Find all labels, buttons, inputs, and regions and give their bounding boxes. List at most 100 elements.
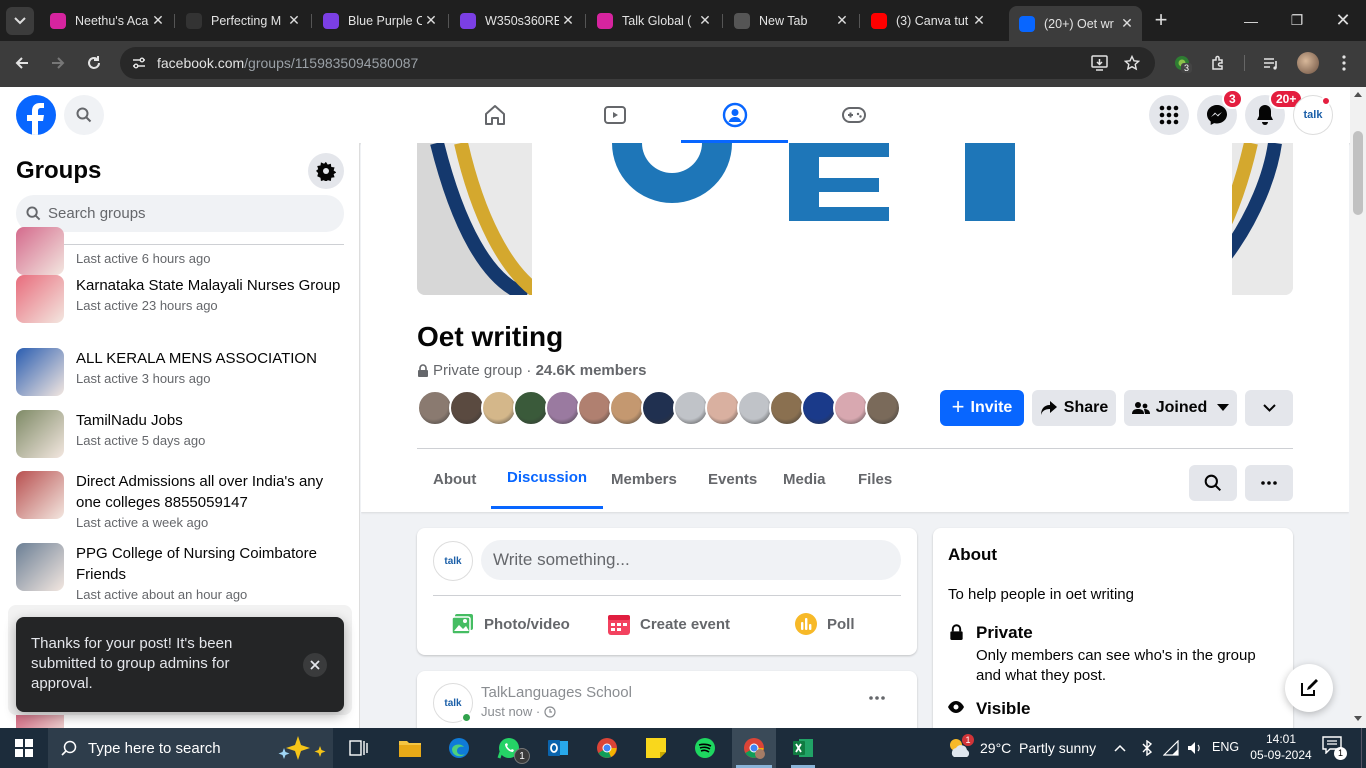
create-event-button[interactable]: Create event [607,612,730,636]
post-author-name[interactable]: TalkLanguages School [481,684,632,701]
group-more-button[interactable] [1245,465,1293,501]
close-window-button[interactable]: ✕ [1320,0,1366,41]
forward-button[interactable] [44,49,72,77]
excel-app[interactable] [781,728,825,768]
search-groups-input[interactable]: Search groups [16,195,344,232]
page-scrollbar[interactable] [1350,87,1366,728]
member-avatar[interactable] [513,390,549,426]
member-avatar[interactable] [769,390,805,426]
member-avatar[interactable] [545,390,581,426]
whatsapp-app[interactable]: 1 [487,728,531,768]
member-avatar[interactable] [449,390,485,426]
profile-avatar-button[interactable] [1297,52,1319,74]
group-settings-button[interactable] [308,153,344,189]
member-avatar[interactable] [801,390,837,426]
sticky-notes-app[interactable] [634,728,678,768]
clock[interactable]: 14:01 05-09-2024 [1248,731,1314,763]
member-avatar[interactable] [705,390,741,426]
composer-avatar[interactable]: talk [433,541,473,581]
menu-button[interactable] [1149,95,1189,135]
taskbar-search-box[interactable]: Type here to search [48,728,333,768]
member-avatar[interactable] [577,390,613,426]
poll-button[interactable]: Poll [794,612,855,636]
action-center-button[interactable]: 1 [1322,736,1347,760]
close-tab-icon[interactable]: ✕ [422,12,440,29]
reload-button[interactable] [80,49,108,77]
group-search-button[interactable] [1189,465,1237,501]
tab-search-button[interactable] [6,7,34,35]
member-avatar[interactable] [641,390,677,426]
browser-tab[interactable]: Blue Purple C ✕ [313,6,446,35]
new-tab-button[interactable]: + [1147,6,1175,34]
invite-button[interactable]: + Invite [940,390,1024,426]
install-app-icon[interactable] [1091,55,1108,71]
group-tab-events[interactable]: Events [692,449,773,509]
show-hidden-icons[interactable] [1114,738,1132,758]
close-tab-icon[interactable]: ✕ [696,12,714,29]
sidebar-group-item[interactable]: TamilNadu Jobs Last active 5 days ago [16,410,346,458]
chrome-app[interactable] [585,728,629,768]
bookmark-star-icon[interactable] [1124,55,1140,71]
group-members-count[interactable]: 24.6K members [536,362,647,379]
edge-app[interactable] [437,728,481,768]
group-tab-files[interactable]: Files [842,449,908,509]
close-tab-icon[interactable]: ✕ [559,12,577,29]
nav-groups[interactable] [681,87,788,143]
weather-widget[interactable]: 1 29°C Partly sunny [946,728,1106,768]
member-avatar[interactable] [417,390,453,426]
file-explorer-app[interactable] [388,728,432,768]
group-privacy[interactable]: Private group [433,362,522,379]
cover-photo[interactable] [417,143,1293,295]
photo-video-button[interactable]: Photo/video [451,612,570,636]
task-view-button[interactable] [337,728,381,768]
nav-gaming[interactable] [800,87,907,143]
group-tab-media[interactable]: Media [767,449,842,509]
member-facepile[interactable] [417,390,907,426]
member-avatar[interactable] [609,390,645,426]
nav-home[interactable] [441,87,548,143]
input-language[interactable]: ENG [1212,740,1239,754]
browser-tab[interactable]: W350s360RE ✕ [450,6,583,35]
sidebar-group-item[interactable]: Karnataka State Malayali Nurses Group Las… [16,275,346,323]
bluetooth-icon[interactable] [1141,740,1153,756]
member-avatar[interactable] [481,390,517,426]
minimize-button[interactable]: — [1228,0,1274,41]
member-avatar[interactable] [737,390,773,426]
close-tab-icon[interactable]: ✕ [1118,15,1136,32]
browser-tab[interactable]: (20+) Oet wr ✕ [1009,6,1142,41]
extension-shield[interactable]: 3 [1173,54,1193,73]
post-options-button[interactable] [869,687,885,705]
chrome-running-app[interactable] [732,728,776,768]
scrollbar-thumb[interactable] [1353,131,1363,215]
volume-icon[interactable] [1187,740,1203,756]
chrome-menu-button[interactable] [1330,49,1358,77]
close-tab-icon[interactable]: ✕ [285,12,303,29]
member-avatar[interactable] [833,390,869,426]
group-tab-about[interactable]: About [417,449,492,509]
post-time[interactable]: Just now · [481,704,540,719]
browser-tab[interactable]: Talk Global (✕ [587,6,720,35]
start-button[interactable] [2,728,46,768]
member-avatar[interactable] [673,390,709,426]
close-tab-icon[interactable]: ✕ [833,12,851,29]
media-control-button[interactable] [1257,49,1285,77]
scroll-down-arrow[interactable] [1354,716,1362,721]
group-tab-discussion[interactable]: Discussion [491,449,604,509]
group-name[interactable]: Oet writing [417,321,563,353]
sidebar-group-item[interactable]: Last active 6 hours ago [16,227,346,275]
composer-input[interactable]: Write something... [481,540,901,580]
address-bar[interactable]: facebook.com/groups/1159835094580087 [120,47,1155,79]
browser-tab[interactable]: New Tab ✕ [724,6,857,35]
browser-tab[interactable]: Neethu's Aca ✕ [40,6,173,35]
sidebar-group-item[interactable]: Direct Admissions all over India's any o… [16,471,346,533]
joined-button[interactable]: Joined [1124,390,1237,426]
sidebar-group-item[interactable]: ALL KERALA MENS ASSOCIATION Last active 3… [16,348,346,396]
close-tab-icon[interactable]: ✕ [970,12,988,29]
extensions-button[interactable] [1204,49,1232,77]
restore-button[interactable]: ❐ [1274,0,1320,41]
spotify-app[interactable] [683,728,727,768]
outlook-app[interactable] [536,728,580,768]
group-tab-members[interactable]: Members [595,449,693,509]
more-options-dropdown[interactable] [1245,390,1293,426]
toast-close-button[interactable] [303,653,327,677]
